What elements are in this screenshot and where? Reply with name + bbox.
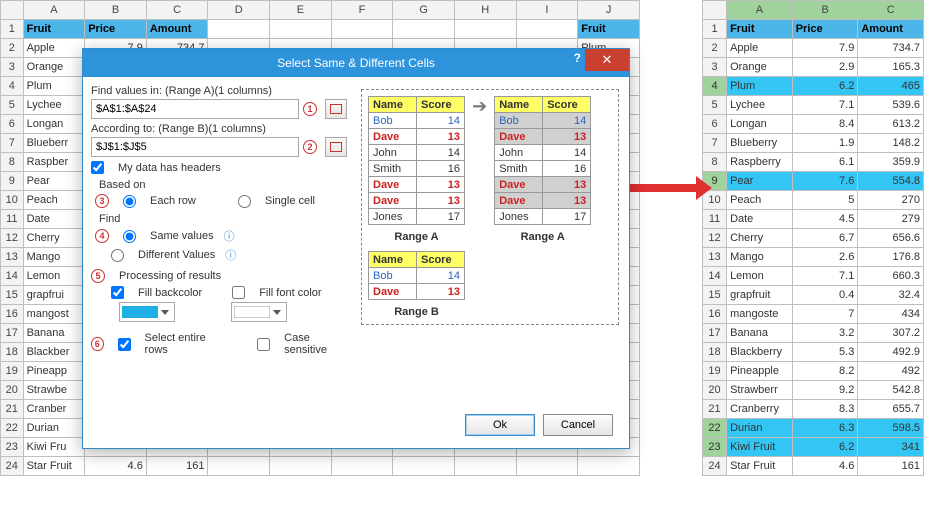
range-a-input[interactable] bbox=[91, 99, 299, 119]
has-headers-checkbox[interactable] bbox=[91, 161, 104, 174]
based-on-label: Based on bbox=[99, 179, 347, 191]
right-spreadsheet[interactable]: ABC 1FruitPriceAmount2Apple7.9734.73Oran… bbox=[702, 0, 924, 476]
step-1-badge: 1 bbox=[303, 102, 317, 116]
case-sensitive-checkbox[interactable] bbox=[257, 338, 270, 351]
example-panel: NameScoreBob14Dave13John14Smith16Dave13D… bbox=[361, 89, 619, 325]
info-icon[interactable]: ⓘ bbox=[225, 247, 236, 263]
processing-label: Processing of results bbox=[119, 270, 221, 282]
find-section-label: Find bbox=[99, 213, 347, 225]
cancel-button[interactable]: Cancel bbox=[543, 414, 613, 436]
help-button[interactable]: ? bbox=[574, 51, 581, 65]
dialog-title: Select Same & Different Cells bbox=[277, 56, 435, 70]
step-6-badge: 6 bbox=[91, 337, 104, 351]
example-range-a-before: NameScoreBob14Dave13John14Smith16Dave13D… bbox=[368, 96, 465, 225]
fill-fontcolor-label: Fill font color bbox=[259, 287, 321, 299]
according-label: According to: (Range B)(1 columns) bbox=[91, 123, 347, 135]
find-label: Find values in: (Range A)(1 columns) bbox=[91, 85, 347, 97]
same-values-label: Same values bbox=[150, 230, 214, 242]
case-sensitive-label: Case sensitive bbox=[284, 332, 347, 356]
fill-fontcolor-checkbox[interactable] bbox=[232, 286, 245, 299]
result-arrow-icon bbox=[626, 184, 698, 192]
single-cell-radio[interactable] bbox=[238, 195, 251, 208]
each-row-radio[interactable] bbox=[123, 195, 136, 208]
example-range-b: NameScoreBob14Dave13 bbox=[368, 251, 465, 300]
range-b-input[interactable] bbox=[91, 137, 299, 157]
has-headers-label: My data has headers bbox=[118, 162, 221, 174]
select-same-different-dialog: Select Same & Different Cells ? ✕ Find v… bbox=[82, 48, 630, 449]
different-values-radio[interactable] bbox=[111, 249, 124, 262]
same-values-radio[interactable] bbox=[123, 230, 136, 243]
backcolor-picker[interactable] bbox=[119, 302, 175, 322]
step-5-badge: 5 bbox=[91, 269, 105, 283]
each-row-label: Each row bbox=[150, 195, 196, 207]
single-cell-label: Single cell bbox=[265, 195, 315, 207]
select-entire-rows-label: Select entire rows bbox=[145, 332, 222, 356]
step-2-badge: 2 bbox=[303, 140, 317, 154]
fill-backcolor-checkbox[interactable] bbox=[111, 286, 124, 299]
info-icon[interactable]: ⓘ bbox=[224, 228, 235, 244]
fontcolor-picker[interactable] bbox=[231, 302, 287, 322]
ok-button[interactable]: Ok bbox=[465, 414, 535, 436]
step-4-badge: 4 bbox=[95, 229, 109, 243]
different-values-label: Different Values bbox=[138, 249, 215, 261]
select-entire-rows-checkbox[interactable] bbox=[118, 338, 131, 351]
arrow-right-icon: ➔ bbox=[472, 96, 487, 117]
close-button[interactable]: ✕ bbox=[585, 49, 629, 71]
dialog-titlebar[interactable]: Select Same & Different Cells ? ✕ bbox=[83, 49, 629, 77]
step-3-badge: 3 bbox=[95, 194, 109, 208]
range-b-picker-button[interactable] bbox=[325, 137, 347, 157]
fill-backcolor-label: Fill backcolor bbox=[138, 287, 202, 299]
range-a-picker-button[interactable] bbox=[325, 99, 347, 119]
example-range-a-after: NameScoreBob14Dave13John14Smith16Dave13D… bbox=[494, 96, 591, 225]
